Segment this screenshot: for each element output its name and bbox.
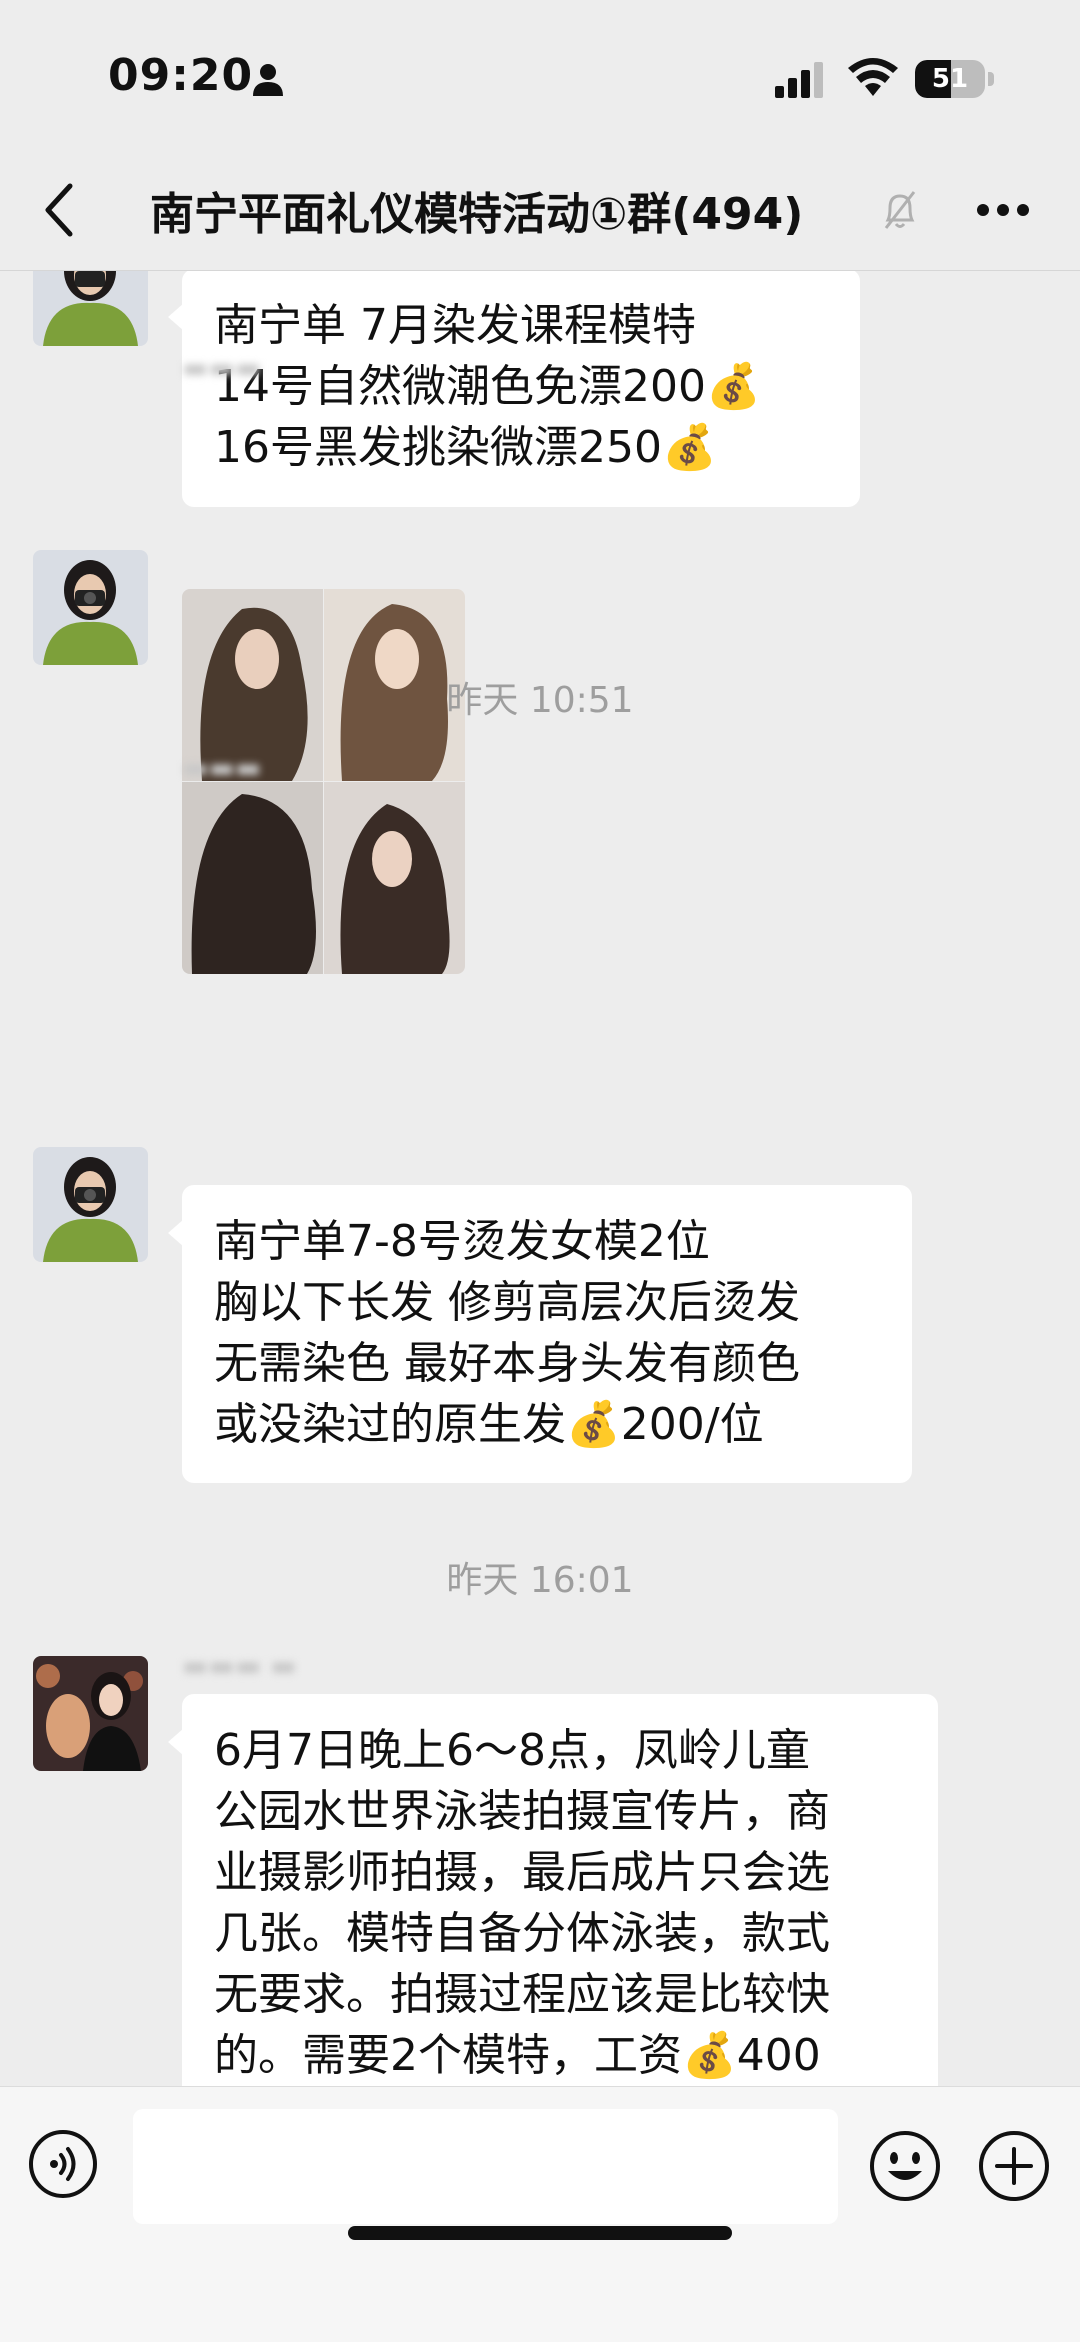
sender-name: ▬▬▬ xyxy=(182,751,262,784)
sender-name: ▬▬▬ ▬ xyxy=(182,1649,297,1682)
battery-nub xyxy=(988,72,994,86)
signal-icon xyxy=(775,62,823,98)
chat-area[interactable]: 南宁单 7月染发课程模特 14号自然微潮色免漂200💰 16号黑发挑染微漂250… xyxy=(0,271,1080,2086)
timestamp: 昨天 16:01 xyxy=(446,1560,634,1601)
avatar[interactable] xyxy=(33,1656,148,1771)
message-input[interactable] xyxy=(133,2109,838,2224)
nav-bar: 南宁平面礼仪模特活动①群(494) xyxy=(0,150,1080,271)
voice-icon[interactable] xyxy=(28,2129,98,2199)
chat-message-bubble[interactable]: 南宁单7-8号烫发女模2位 胸以下长发 修剪高层次后烫发 无需染色 最好本身头发… xyxy=(168,1185,912,1483)
wifi-icon xyxy=(848,58,898,96)
bell-slash-icon xyxy=(884,191,916,229)
person-icon xyxy=(253,64,283,96)
ellipsis-icon[interactable] xyxy=(975,202,1031,218)
battery-icon: 51 xyxy=(915,60,985,98)
status-bar: 09:20 51 xyxy=(0,0,1080,150)
avatar[interactable] xyxy=(33,550,148,665)
sender-name: ▬▬▬ xyxy=(182,351,262,384)
avatar[interactable] xyxy=(33,1147,148,1262)
home-indicator xyxy=(348,2226,732,2240)
chevron-left-icon[interactable] xyxy=(40,180,80,240)
battery-percent: 51 xyxy=(931,64,969,94)
chat-title: 南宁平面礼仪模特活动①群(494) xyxy=(150,189,804,240)
input-bar xyxy=(0,2086,1080,2342)
chat-message-bubble[interactable]: 南宁单 7月染发课程模特 14号自然微潮色免漂200💰 16号黑发挑染微漂250… xyxy=(168,271,860,507)
status-time: 09:20 xyxy=(108,50,254,101)
plus-circle-icon[interactable] xyxy=(977,2129,1051,2203)
smile-icon[interactable] xyxy=(868,2129,942,2203)
chat-message-bubble[interactable]: 6月7日晚上6～8点，凤岭儿童 公园水世界泳装拍摄宣传片，商 业摄影师拍摄，最后… xyxy=(168,1694,938,2086)
timestamp: 昨天 10:51 xyxy=(446,680,634,721)
avatar[interactable] xyxy=(33,271,148,346)
